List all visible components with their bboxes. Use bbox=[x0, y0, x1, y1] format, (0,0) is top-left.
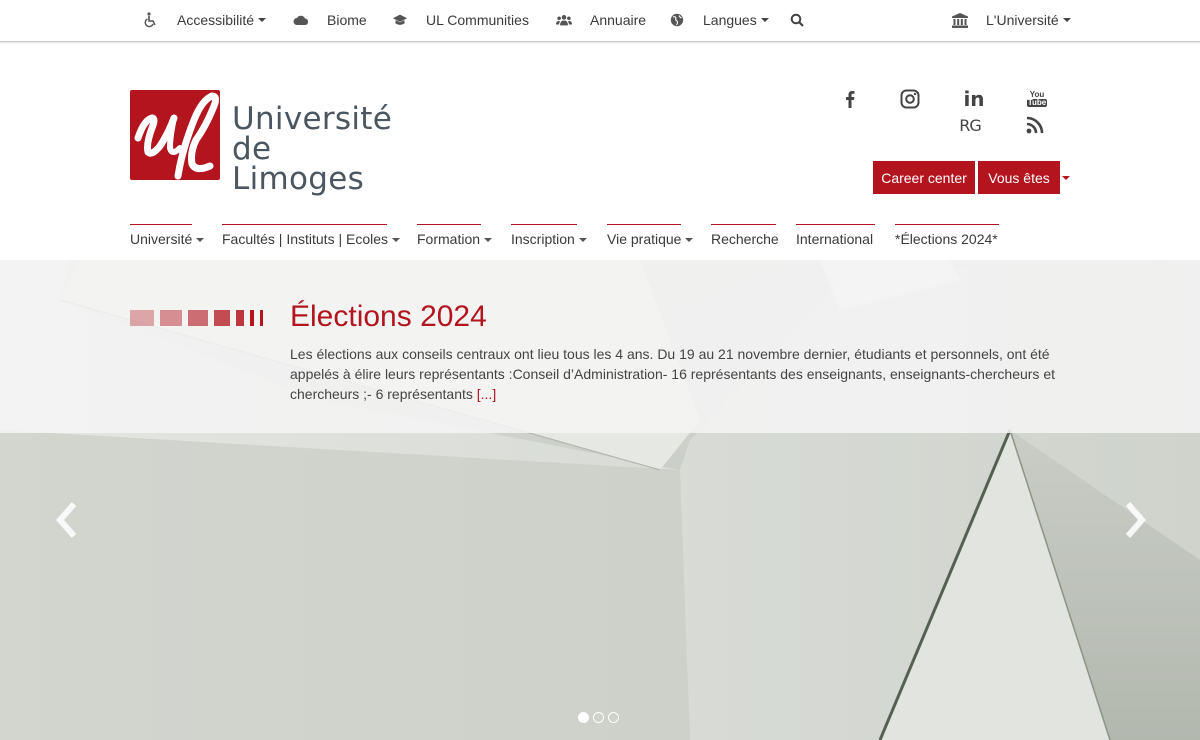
top-utility-bar: Accessibilité Biome UL Communities Annua… bbox=[0, 0, 1200, 42]
chevron-down-icon bbox=[1062, 18, 1071, 22]
carousel-next-button[interactable] bbox=[1120, 500, 1150, 540]
logo-wordmark: Université de Limoges bbox=[232, 101, 410, 197]
logo-line-2: de Limoges bbox=[232, 131, 365, 197]
ul-logo-mark bbox=[130, 90, 220, 180]
linkedin-label: in bbox=[963, 87, 985, 111]
nav-label: Inscription bbox=[511, 231, 575, 247]
nav-label: *Élections 2024* bbox=[895, 231, 998, 247]
carousel-indicators bbox=[578, 712, 623, 723]
biome-label: Biome bbox=[327, 12, 367, 28]
nav-label: Université bbox=[130, 231, 193, 247]
career-center-button[interactable]: Career center bbox=[873, 161, 975, 194]
chevron-down-icon bbox=[392, 238, 401, 243]
nav-label: International bbox=[796, 231, 874, 247]
rss-icon[interactable] bbox=[1023, 114, 1047, 136]
wheelchair-icon bbox=[143, 12, 159, 28]
chevron-down-icon bbox=[258, 18, 267, 22]
cloud-icon bbox=[293, 12, 309, 28]
accessibility-label: Accessibilité bbox=[177, 12, 255, 28]
graduation-cap-icon bbox=[392, 12, 408, 28]
chevron-right-icon bbox=[1125, 502, 1146, 538]
ul-communities-link[interactable]: UL Communities bbox=[392, 0, 529, 40]
career-center-label: Career center bbox=[881, 169, 967, 186]
search-icon bbox=[790, 13, 804, 27]
nav-item-universite[interactable]: Université bbox=[130, 224, 205, 252]
carousel-prev-button[interactable] bbox=[52, 500, 82, 540]
ul-communities-label: UL Communities bbox=[426, 12, 529, 28]
researchgate-icon[interactable]: RG bbox=[958, 114, 982, 136]
caption-decoration bbox=[130, 310, 269, 326]
youtube-label-bottom: Tube bbox=[1026, 98, 1048, 107]
carousel-dot-2[interactable] bbox=[593, 712, 604, 723]
nav-label: Facultés | Instituts | Ecoles bbox=[222, 231, 389, 247]
chevron-down-icon bbox=[196, 238, 205, 243]
vous-etes-label: Vous êtes bbox=[988, 169, 1050, 186]
vous-etes-button[interactable]: Vous êtes bbox=[978, 161, 1060, 194]
carousel-caption: Élections 2024 Les élections aux conseil… bbox=[0, 260, 1200, 433]
nav-item-inscription[interactable]: Inscription bbox=[511, 224, 587, 252]
facebook-icon[interactable] bbox=[838, 88, 862, 110]
institution-icon bbox=[952, 12, 968, 28]
universite-label: L'Université bbox=[986, 12, 1059, 28]
languages-label: Langues bbox=[703, 12, 757, 28]
researchgate-label: RG bbox=[959, 115, 981, 135]
nav-item-international[interactable]: International bbox=[796, 224, 875, 252]
nav-label: Vie pratique bbox=[607, 231, 682, 247]
nav-label: Formation bbox=[417, 231, 481, 247]
nav-label: Recherche bbox=[711, 231, 779, 247]
carousel-description: Les élections aux conseils centraux ont … bbox=[290, 344, 1060, 404]
chevron-down-icon bbox=[685, 238, 694, 243]
instagram-icon[interactable] bbox=[898, 88, 922, 110]
university-logo[interactable]: Université de Limoges bbox=[130, 90, 410, 195]
carousel-text: Les élections aux conseils centraux ont … bbox=[290, 346, 1055, 402]
chevron-left-icon bbox=[56, 502, 77, 538]
nav-item-recherche[interactable]: Recherche bbox=[711, 224, 779, 252]
main-navigation: Université Facultés | Instituts | Ecoles… bbox=[0, 224, 1200, 254]
biome-link[interactable]: Biome bbox=[293, 0, 367, 40]
search-button[interactable] bbox=[790, 0, 804, 40]
annuaire-label: Annuaire bbox=[590, 12, 647, 28]
accessibility-menu[interactable]: Accessibilité bbox=[143, 0, 267, 40]
universite-menu[interactable]: L'Université bbox=[952, 0, 1071, 40]
youtube-icon[interactable]: You Tube bbox=[1025, 88, 1049, 110]
nav-item-facultes[interactable]: Facultés | Instituts | Ecoles bbox=[222, 224, 401, 252]
carousel-dot-1[interactable] bbox=[578, 712, 589, 723]
annuaire-link[interactable]: Annuaire bbox=[556, 0, 646, 40]
chevron-down-icon bbox=[578, 238, 587, 243]
logo-line-1: Université bbox=[232, 101, 393, 137]
carousel-title[interactable]: Élections 2024 bbox=[290, 300, 487, 334]
globe-icon bbox=[669, 12, 685, 28]
languages-menu[interactable]: Langues bbox=[669, 0, 769, 40]
vous-etes-chevron-down-icon[interactable] bbox=[1062, 176, 1070, 180]
nav-item-formation[interactable]: Formation bbox=[417, 224, 493, 252]
nav-item-elections[interactable]: *Élections 2024* bbox=[895, 224, 999, 252]
chevron-down-icon bbox=[760, 18, 769, 22]
read-more-link[interactable]: [...] bbox=[477, 386, 496, 402]
chevron-down-icon bbox=[484, 238, 493, 243]
hero-carousel: Élections 2024 Les élections aux conseil… bbox=[0, 260, 1200, 740]
carousel-dot-3[interactable] bbox=[608, 712, 619, 723]
nav-item-vie-pratique[interactable]: Vie pratique bbox=[607, 224, 694, 252]
linkedin-icon[interactable]: in bbox=[962, 87, 986, 111]
users-icon bbox=[556, 12, 572, 28]
